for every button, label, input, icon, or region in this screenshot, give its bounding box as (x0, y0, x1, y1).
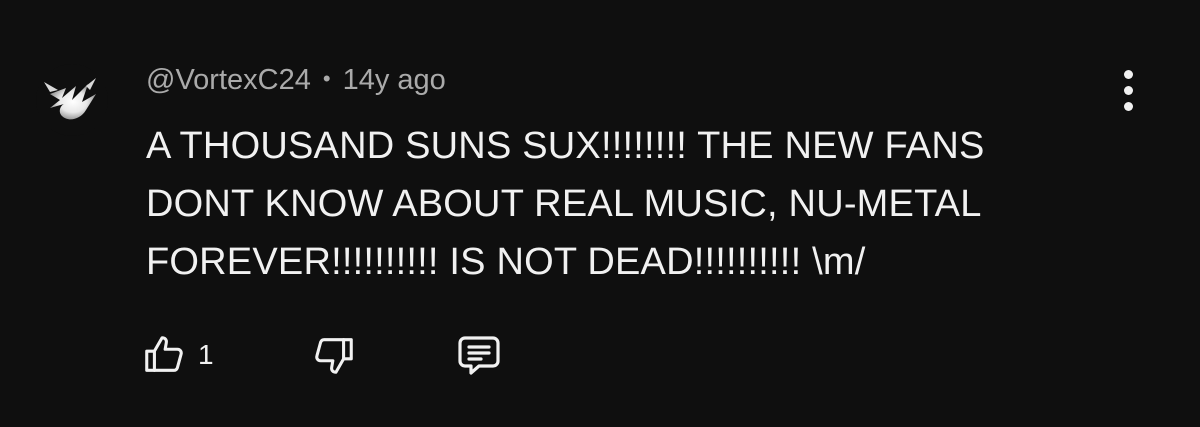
comment-text-line: DONT KNOW ABOUT REAL MUSIC, NU-METAL (146, 183, 982, 225)
more-options-button[interactable] (1110, 64, 1146, 116)
more-vertical-icon-dot (1123, 85, 1133, 95)
like-button[interactable]: 1 (140, 332, 236, 378)
meta-separator: • (322, 66, 331, 91)
comment-age[interactable]: 14y ago (343, 64, 446, 97)
bird-avatar-icon (44, 78, 96, 120)
thumbs-down-icon (315, 338, 353, 374)
thumbs-up-icon (145, 336, 183, 372)
comment-text-line: A THOUSAND SUNS SUX!!!!!!!! THE NEW FANS (146, 125, 985, 167)
avatar[interactable] (36, 64, 108, 136)
comment-header: @VortexC24 • 14y ago (146, 60, 446, 100)
dislike-button[interactable] (310, 332, 358, 378)
more-vertical-icon-dot (1123, 101, 1133, 111)
author-handle[interactable]: @VortexC24 (146, 64, 311, 97)
comment-reply-icon (458, 336, 500, 375)
comment-item: @VortexC24 • 14y ago A THOUSAND SUNS SUX… (0, 0, 1200, 427)
reply-button[interactable] (454, 331, 504, 379)
like-count: 1 (198, 339, 214, 370)
more-vertical-icon (1123, 69, 1133, 79)
comment-text-line: FOREVER!!!!!!!!!! IS NOT DEAD!!!!!!!!!! … (146, 241, 866, 283)
comment-text: A THOUSAND SUNS SUX!!!!!!!! THE NEW FANS… (146, 117, 1106, 291)
comment-actions: 1 (140, 330, 504, 380)
